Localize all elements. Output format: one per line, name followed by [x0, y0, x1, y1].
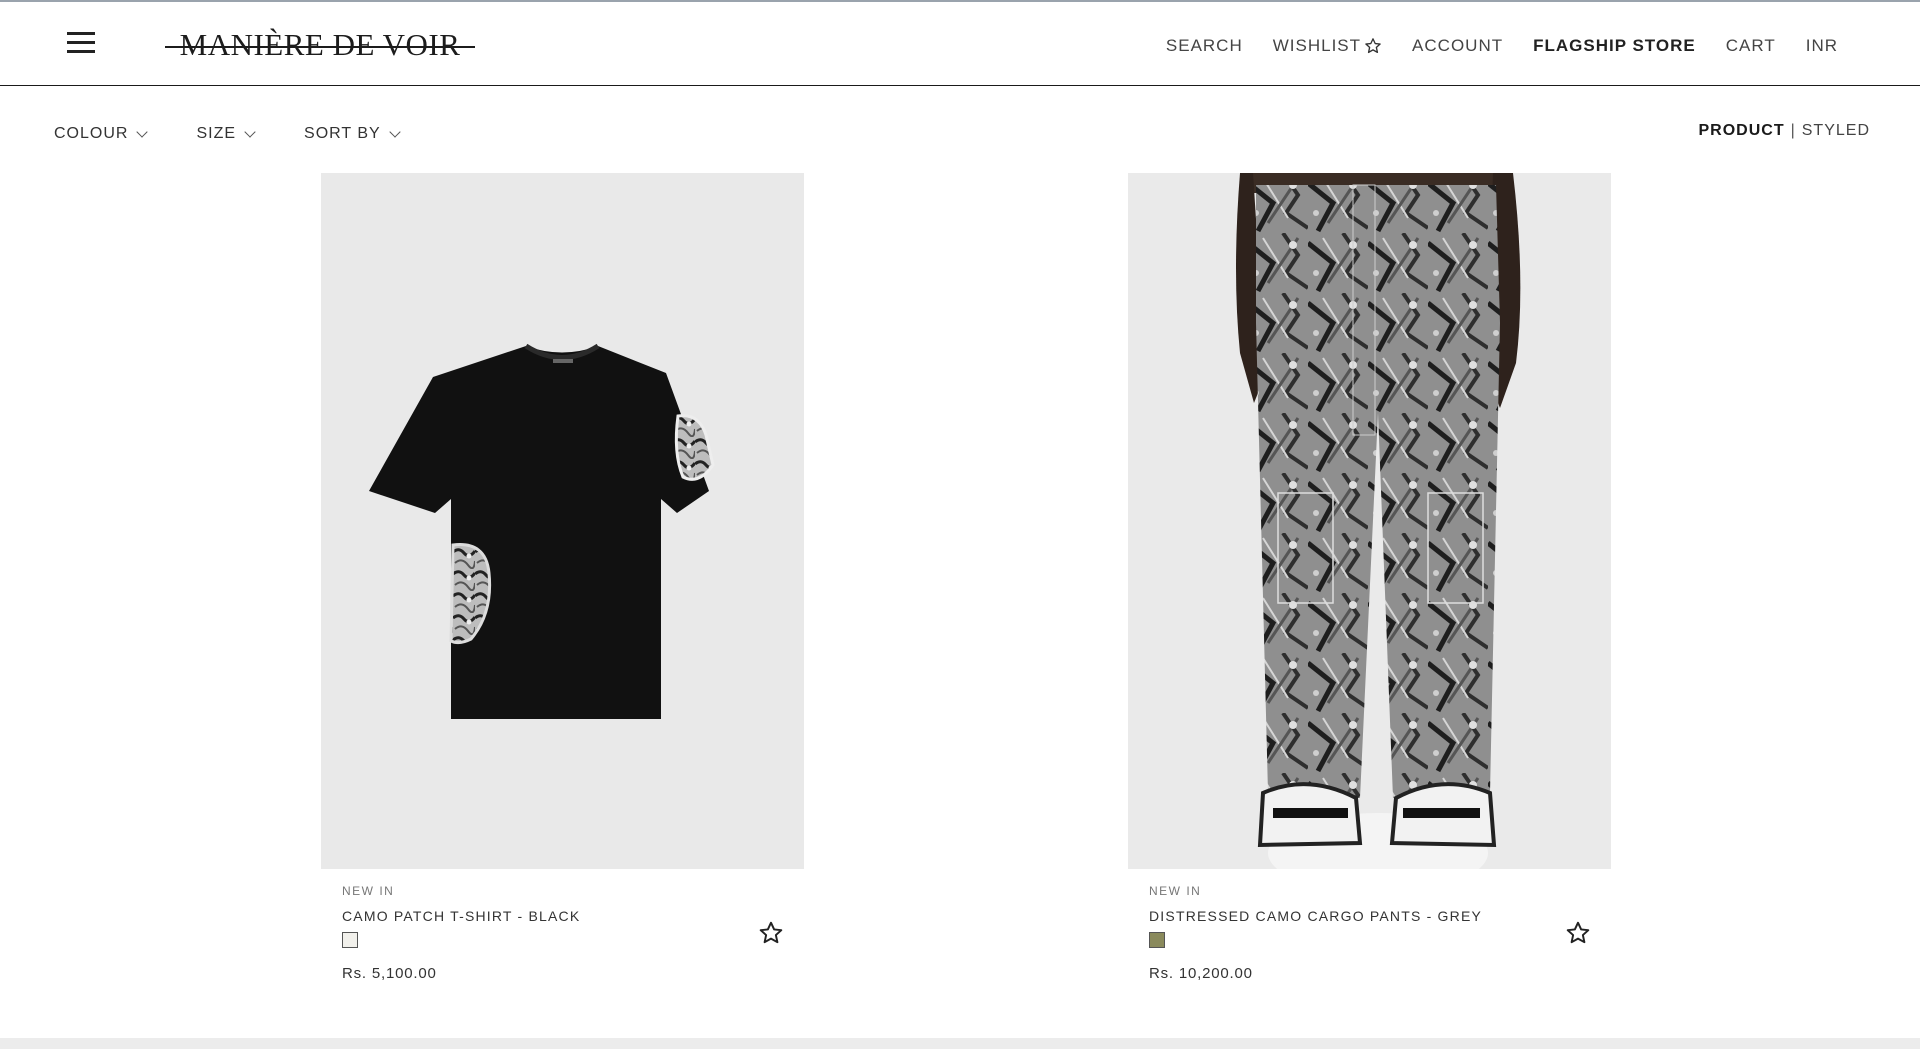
- new-in-badge: NEW IN: [342, 884, 395, 898]
- product-name[interactable]: CAMO PATCH T-SHIRT - BLACK: [342, 908, 804, 924]
- product-info: NEW IN DISTRESSED CAMO CARGO PANTS - GRE…: [1128, 884, 1611, 982]
- product-price: Rs. 10,200.00: [1149, 965, 1253, 982]
- nav-account[interactable]: ACCOUNT: [1412, 36, 1503, 56]
- view-mode-toggle: PRODUCT | STYLED: [1698, 122, 1870, 140]
- nav-search[interactable]: SEARCH: [1166, 36, 1243, 56]
- logo-strike-line: [165, 46, 475, 48]
- colour-swatch[interactable]: [342, 932, 358, 948]
- hamburger-menu-icon[interactable]: [67, 32, 95, 54]
- product-image[interactable]: [321, 173, 804, 869]
- chevron-down-icon: [389, 125, 401, 138]
- chevron-down-icon: [136, 125, 149, 138]
- nav-flagship-store[interactable]: FLAGSHIP STORE: [1533, 36, 1696, 56]
- nav-wishlist[interactable]: WISHLIST: [1273, 36, 1382, 56]
- product-card: NEW IN DISTRESSED CAMO CARGO PANTS - GRE…: [1128, 173, 1611, 982]
- product-image[interactable]: [1128, 173, 1611, 869]
- view-product-button[interactable]: PRODUCT: [1698, 122, 1784, 140]
- logo-text: MANIÈRE DE VOIR: [179, 27, 461, 62]
- wishlist-star-icon[interactable]: [758, 920, 784, 946]
- tshirt-illustration: [369, 343, 715, 719]
- view-separator: |: [1790, 122, 1796, 139]
- star-icon: [1365, 38, 1381, 54]
- product-card: NEW IN CAMO PATCH T-SHIRT - BLACK Rs. 5,…: [321, 173, 804, 982]
- product-price: Rs. 5,100.00: [342, 965, 437, 982]
- cargo-pants-illustration: [1236, 173, 1521, 869]
- site-header: MANIÈRE DE VOIR SEARCH WISHLIST ACCOUNT …: [0, 2, 1920, 86]
- nav-wishlist-label: WISHLIST: [1272, 36, 1362, 55]
- filter-bar: COLOUR SIZE SORT BY: [54, 124, 449, 144]
- chevron-down-icon: [244, 125, 256, 138]
- filter-sort[interactable]: SORT BY: [304, 125, 401, 143]
- filter-colour[interactable]: COLOUR: [54, 125, 149, 143]
- new-in-badge: NEW IN: [1149, 884, 1202, 898]
- product-info: NEW IN CAMO PATCH T-SHIRT - BLACK Rs. 5,…: [321, 884, 804, 982]
- header-nav: SEARCH WISHLIST ACCOUNT FLAGSHIP STORE C…: [1136, 34, 1838, 58]
- view-styled-button[interactable]: STYLED: [1802, 122, 1870, 140]
- filter-size-label: SIZE: [196, 125, 237, 142]
- wishlist-star-icon[interactable]: [1565, 920, 1591, 946]
- nav-cart[interactable]: CART: [1726, 36, 1776, 56]
- brand-logo[interactable]: MANIÈRE DE VOIR: [165, 22, 475, 68]
- product-name[interactable]: DISTRESSED CAMO CARGO PANTS - GREY: [1149, 908, 1611, 924]
- bottom-scroll-edge: [0, 1038, 1920, 1049]
- filter-colour-label: COLOUR: [54, 125, 129, 142]
- filter-size[interactable]: SIZE: [196, 125, 256, 143]
- colour-swatch[interactable]: [1149, 932, 1165, 948]
- filter-sort-label: SORT BY: [304, 125, 381, 142]
- currency-selector[interactable]: INR: [1806, 36, 1838, 56]
